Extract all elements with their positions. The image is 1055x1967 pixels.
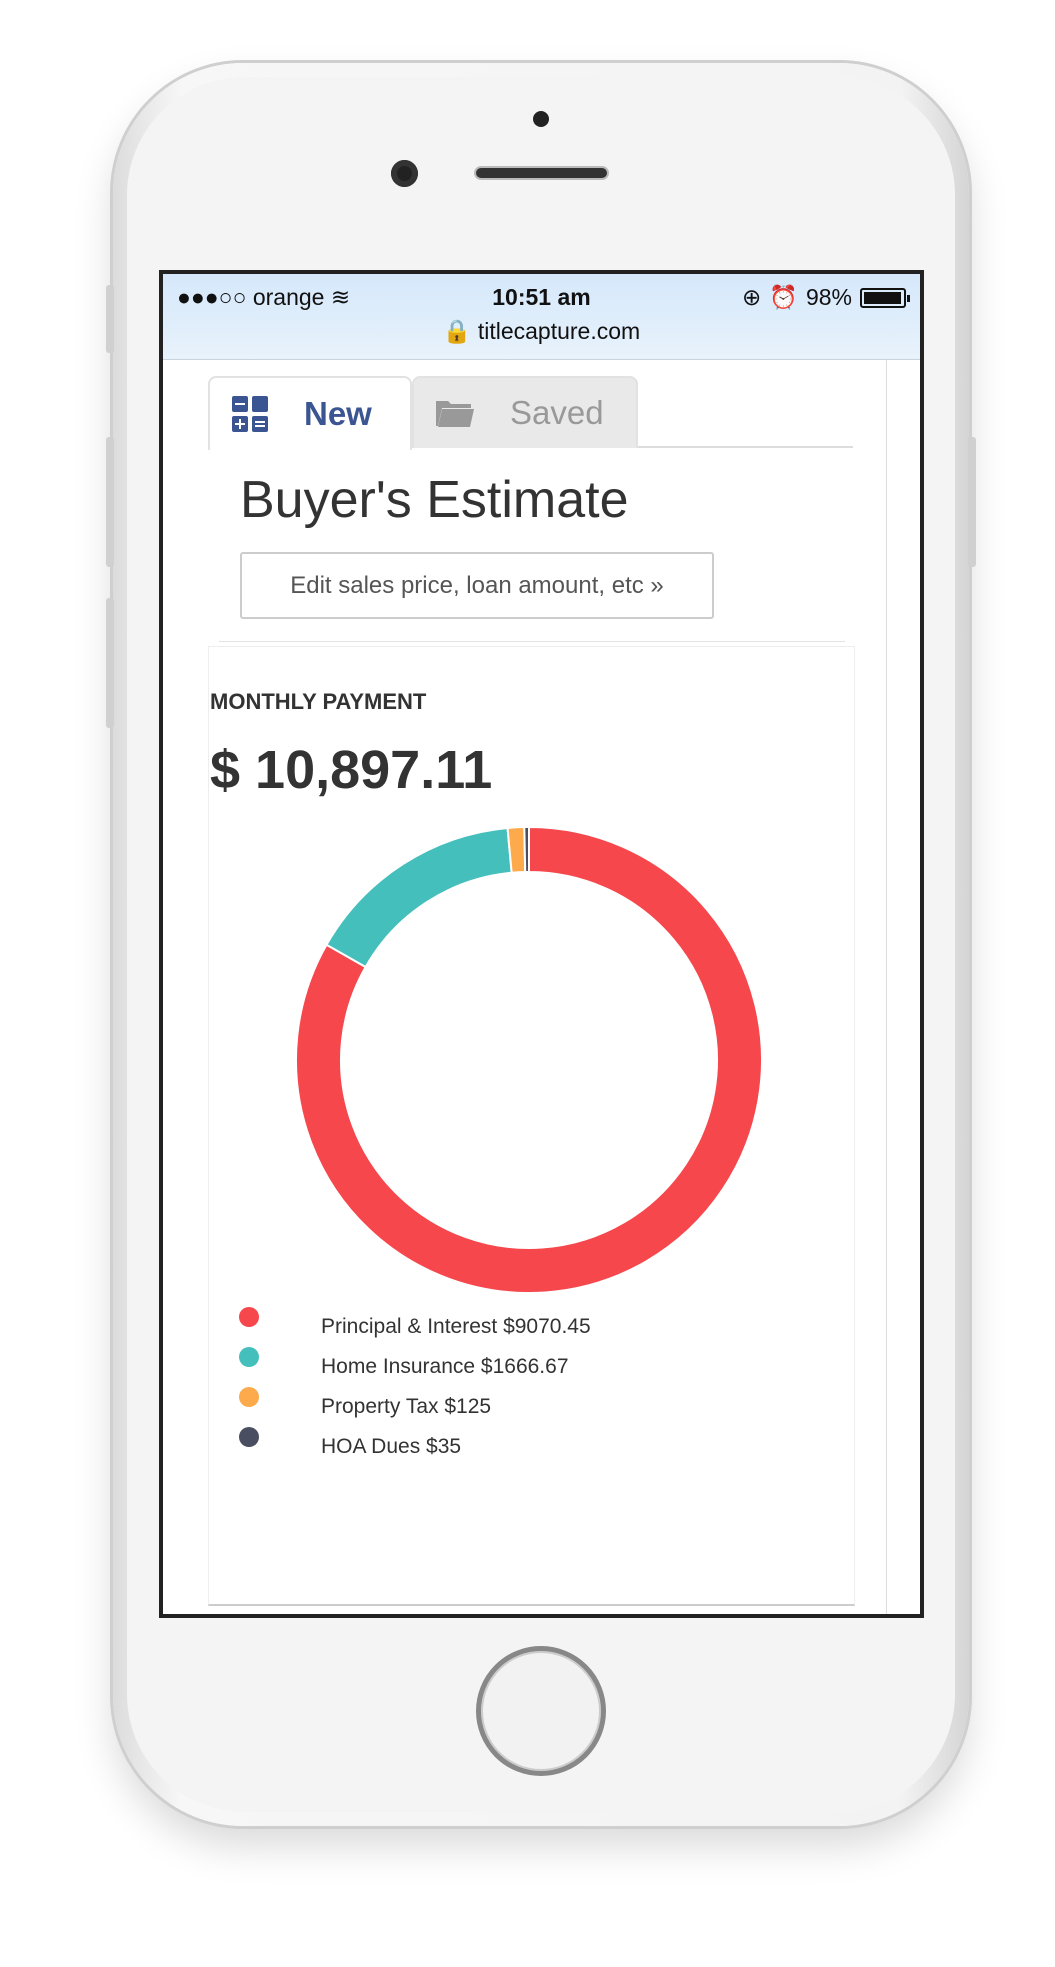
chart-legend: Principal & Interest $9070.45 Home Insur…	[239, 1307, 739, 1467]
volume-down-button	[106, 598, 114, 728]
legend-item: Principal & Interest $9070.45	[239, 1307, 739, 1347]
url-text: titlecapture.com	[477, 318, 641, 344]
page-title: Buyer's Estimate	[240, 471, 629, 529]
legend-label: HOA Dues $35	[321, 1435, 462, 1458]
donut-slice-hoa-dues	[523, 825, 530, 874]
edit-details-button[interactable]: Edit sales price, loan amount, etc »	[240, 552, 714, 619]
divider	[219, 641, 845, 642]
calculator-icon	[232, 396, 268, 432]
mute-switch	[106, 285, 114, 353]
tab-saved[interactable]: Saved	[412, 376, 638, 448]
monthly-payment-value: $ 10,897.11	[210, 740, 493, 800]
legend-dot	[239, 1427, 259, 1447]
speaker	[474, 166, 609, 180]
volume-up-button	[106, 437, 114, 567]
status-bar: ●●●○○ orange ≋ 10:51 am ⊕ ⏰ 98% 🔒 titlec…	[163, 274, 920, 360]
monthly-payment-label: MONTHLY PAYMENT	[210, 689, 427, 714]
screen: ●●●○○ orange ≋ 10:51 am ⊕ ⏰ 98% 🔒 titlec…	[159, 270, 924, 1618]
donut-slice-home-insurance	[325, 826, 513, 969]
tab-bar: New Saved	[208, 376, 853, 450]
legend-item: Home Insurance $1666.67	[239, 1347, 739, 1387]
lock-icon: 🔒	[442, 318, 472, 344]
legend-dot	[239, 1387, 259, 1407]
home-button[interactable]	[476, 1646, 606, 1776]
battery-icon	[860, 287, 910, 308]
legend-item: Property Tax $125	[239, 1387, 739, 1427]
folder-icon	[436, 401, 474, 427]
monthly-payment-card: MONTHLY PAYMENT $ 10,897.11 Principal & …	[208, 646, 855, 1606]
scrollbar[interactable]	[886, 360, 887, 1614]
power-button	[968, 437, 976, 567]
camera	[391, 160, 418, 187]
legend-item: HOA Dues $35	[239, 1427, 739, 1467]
legend-label: Property Tax $125	[321, 1395, 492, 1418]
legend-label: Principal & Interest $9070.45	[321, 1315, 591, 1338]
tab-new-label: New	[304, 395, 372, 432]
rotation-lock-icon: ⊕	[742, 284, 762, 310]
status-right: ⊕ ⏰ 98%	[742, 284, 910, 311]
legend-dot	[239, 1307, 259, 1327]
tab-saved-label: Saved	[510, 394, 604, 431]
legend-label: Home Insurance $1666.67	[321, 1355, 569, 1378]
proximity-sensor	[533, 111, 549, 127]
address-bar[interactable]: 🔒 titlecapture.com	[163, 318, 920, 345]
legend-dot	[239, 1347, 259, 1367]
alarm-icon: ⏰	[769, 284, 798, 310]
donut-chart	[295, 825, 763, 1294]
donut-slice-property-tax	[506, 826, 527, 874]
tab-new[interactable]: New	[208, 376, 412, 450]
battery-percent: 98%	[805, 284, 852, 310]
